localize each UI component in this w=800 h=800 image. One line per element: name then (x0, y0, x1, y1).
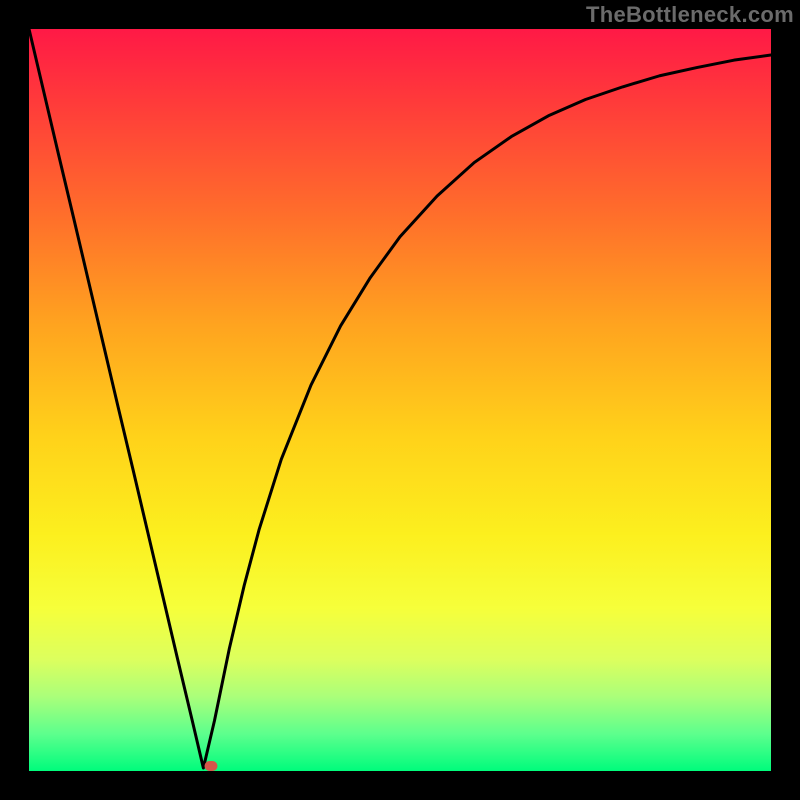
plot-area (29, 29, 771, 771)
data-curve (29, 29, 771, 771)
watermark-text: TheBottleneck.com (586, 2, 794, 28)
optimum-marker (204, 761, 217, 771)
chart-container: TheBottleneck.com (0, 0, 800, 800)
